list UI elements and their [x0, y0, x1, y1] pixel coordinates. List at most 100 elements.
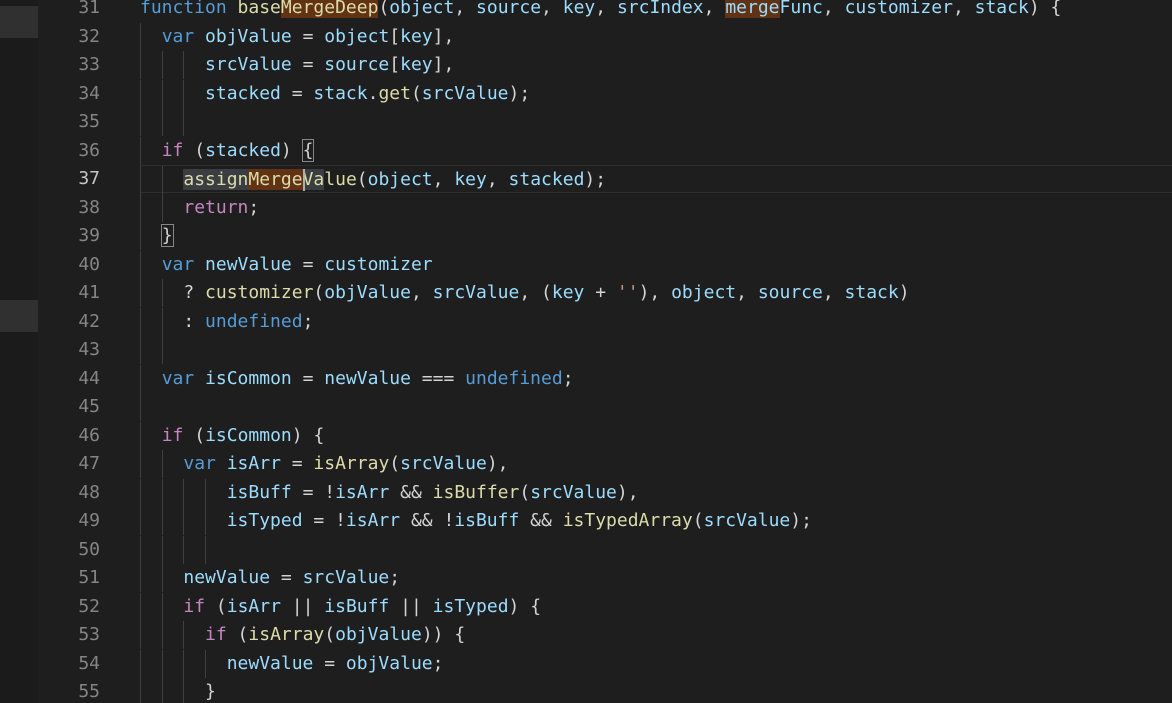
code-text[interactable]: isTyped = !isArr && !isBuff && isTypedAr… [140, 507, 812, 535]
code-line-content[interactable]: var newValue = customizer [140, 250, 1172, 279]
code-text[interactable]: stacked = stack.get(srcValue); [140, 80, 530, 108]
code-text[interactable]: : undefined; [140, 308, 313, 336]
code-line[interactable]: 41 ? customizer(objValue, srcValue, (key… [0, 279, 1172, 307]
code-token: , [736, 282, 758, 303]
code-token: srcValue [530, 481, 617, 503]
code-token: , [595, 0, 617, 18]
code-line-content[interactable]: if (stacked) { [140, 136, 1172, 165]
code-text[interactable]: if (stacked) { [140, 137, 315, 165]
code-token: key [454, 169, 487, 190]
code-line[interactable]: 46 if (isCommon) { [0, 421, 1172, 450]
code-line-content[interactable]: newValue = objValue; [140, 649, 1172, 678]
code-text[interactable]: srcValue = source[key], [140, 51, 454, 79]
code-line-content[interactable]: if (isArr || isBuff || isTyped) { [140, 592, 1172, 621]
indent-guide [183, 535, 185, 564]
code-text[interactable]: ? customizer(objValue, srcValue, (key + … [140, 279, 909, 307]
code-text[interactable]: var isCommon = newValue === undefined; [140, 365, 574, 393]
code-line-content[interactable]: if (isCommon) { [140, 421, 1172, 450]
code-line[interactable]: 50 [0, 535, 1172, 564]
code-text[interactable]: if (isCommon) { [140, 422, 325, 450]
code-token: , [952, 0, 975, 18]
code-token: lue [324, 169, 357, 190]
code-token: + [584, 282, 617, 303]
code-line[interactable]: 36 if (stacked) { [0, 136, 1172, 165]
code-line[interactable]: 32 var objValue = object[key], [0, 22, 1172, 51]
line-number: 49 [78, 510, 100, 531]
code-line[interactable]: 40 var newValue = customizer [0, 250, 1172, 279]
code-line[interactable]: 34 stacked = stack.get(srcValue); [0, 79, 1172, 108]
code-line-content[interactable]: var objValue = object[key], [140, 22, 1172, 51]
code-token: , [486, 169, 509, 190]
code-line[interactable]: 35 [0, 108, 1172, 136]
code-line[interactable]: 39 } [0, 222, 1172, 250]
code-line-content[interactable]: srcValue = source[key], [140, 51, 1172, 79]
code-line[interactable]: 45 [0, 393, 1172, 421]
code-text[interactable]: assignMergeValue(object, key, stacked); [140, 166, 606, 194]
code-line[interactable]: 31 function baseMergeDeep(object, source,… [0, 0, 1172, 22]
code-line-content[interactable]: isTyped = !isArr && !isBuff && isTypedAr… [140, 507, 1172, 535]
code-line[interactable]: 47 var isArr = isArray(srcValue), [0, 450, 1172, 478]
code-text[interactable]: newValue = objValue; [140, 650, 444, 678]
code-token: ; [248, 196, 260, 218]
code-line[interactable]: 52 if (isArr || isBuff || isTyped) { [0, 592, 1172, 621]
code-token: || [389, 595, 433, 617]
code-token: )) { [421, 624, 466, 645]
code-text[interactable]: isBuff = !isArr && isBuffer(srcValue), [140, 479, 639, 507]
code-editor[interactable]: 31 function baseMergeDeep(object, source,… [0, 0, 1172, 703]
code-text[interactable]: newValue = srcValue; [140, 564, 400, 592]
code-line-content[interactable]: var isCommon = newValue === undefined; [140, 364, 1172, 393]
code-line-content[interactable]: function baseMergeDeep(object, source, k… [140, 0, 1172, 22]
code-line[interactable]: 49 isTyped = !isArr && !isBuff && isType… [0, 507, 1172, 535]
code-line-content[interactable]: if (isArray(objValue)) { [140, 621, 1172, 649]
code-line[interactable]: 33 srcValue = source[key], [0, 51, 1172, 79]
code-line-content[interactable] [140, 336, 1172, 364]
code-token: || [280, 595, 325, 617]
code-token: ( [226, 624, 249, 645]
code-line[interactable]: 44 var isCommon = newValue === undefined… [0, 364, 1172, 393]
code-line[interactable]: 38 return; [0, 193, 1172, 222]
code-text[interactable]: var isArr = isArray(srcValue), [140, 450, 508, 478]
code-line[interactable]: 48 isBuff = !isArr && isBuffer(srcValue)… [0, 478, 1172, 507]
code-text[interactable]: function baseMergeDeep(object, source, k… [140, 0, 1061, 22]
code-text[interactable]: var objValue = object[key], [140, 23, 455, 51]
code-line-content[interactable] [140, 535, 1172, 564]
code-line-content[interactable]: } [140, 678, 1172, 703]
code-text[interactable]: if (isArray(objValue)) { [140, 621, 465, 649]
indent-guide [161, 336, 163, 364]
code-line[interactable]: 37 assignMergeValue(object, key, stacked… [0, 165, 1172, 194]
code-line-content[interactable]: : undefined; [140, 307, 1172, 336]
code-line-content[interactable]: ? customizer(objValue, srcValue, (key + … [140, 279, 1172, 307]
code-line-content[interactable]: stacked = stack.get(srcValue); [140, 79, 1172, 108]
code-token: ( [183, 139, 206, 161]
line-number: 45 [78, 396, 100, 417]
line-number: 37 [78, 168, 100, 189]
code-line-content[interactable]: newValue = srcValue; [140, 564, 1172, 592]
indent-guide [140, 108, 141, 136]
code-line-content[interactable]: return; [140, 193, 1172, 222]
code-line[interactable]: 54 newValue = objValue; [0, 649, 1172, 678]
code-token: isTypedArray [562, 510, 693, 531]
code-line-content[interactable]: assignMergeValue(object, key, stacked); [140, 165, 1172, 194]
code-text[interactable]: return; [140, 194, 259, 222]
code-line-content[interactable] [140, 108, 1172, 136]
code-text[interactable]: } [140, 222, 174, 250]
code-token: if [183, 595, 206, 617]
code-token: ( [692, 510, 704, 531]
code-line[interactable]: 42 : undefined; [0, 307, 1172, 336]
code-text[interactable]: if (isArr || isBuff || isTyped) { [140, 593, 541, 621]
code-line[interactable]: 51 newValue = srcValue; [0, 564, 1172, 592]
code-text[interactable]: var newValue = customizer [140, 251, 433, 279]
code-token: ], [432, 54, 455, 75]
code-text[interactable]: } [140, 678, 216, 703]
code-line-content[interactable]: } [140, 222, 1172, 250]
code-line[interactable]: 43 [0, 336, 1172, 364]
code-line-content[interactable]: isBuff = !isArr && isBuffer(srcValue), [140, 478, 1172, 507]
code-line-content[interactable]: var isArr = isArray(srcValue), [140, 450, 1172, 478]
code-token: . [367, 82, 379, 104]
code-token: srcValue [205, 54, 292, 75]
code-line[interactable]: 55 } [0, 678, 1172, 703]
code-line[interactable]: 53 if (isArray(objValue)) { [0, 621, 1172, 649]
code-line-content[interactable] [140, 393, 1172, 421]
